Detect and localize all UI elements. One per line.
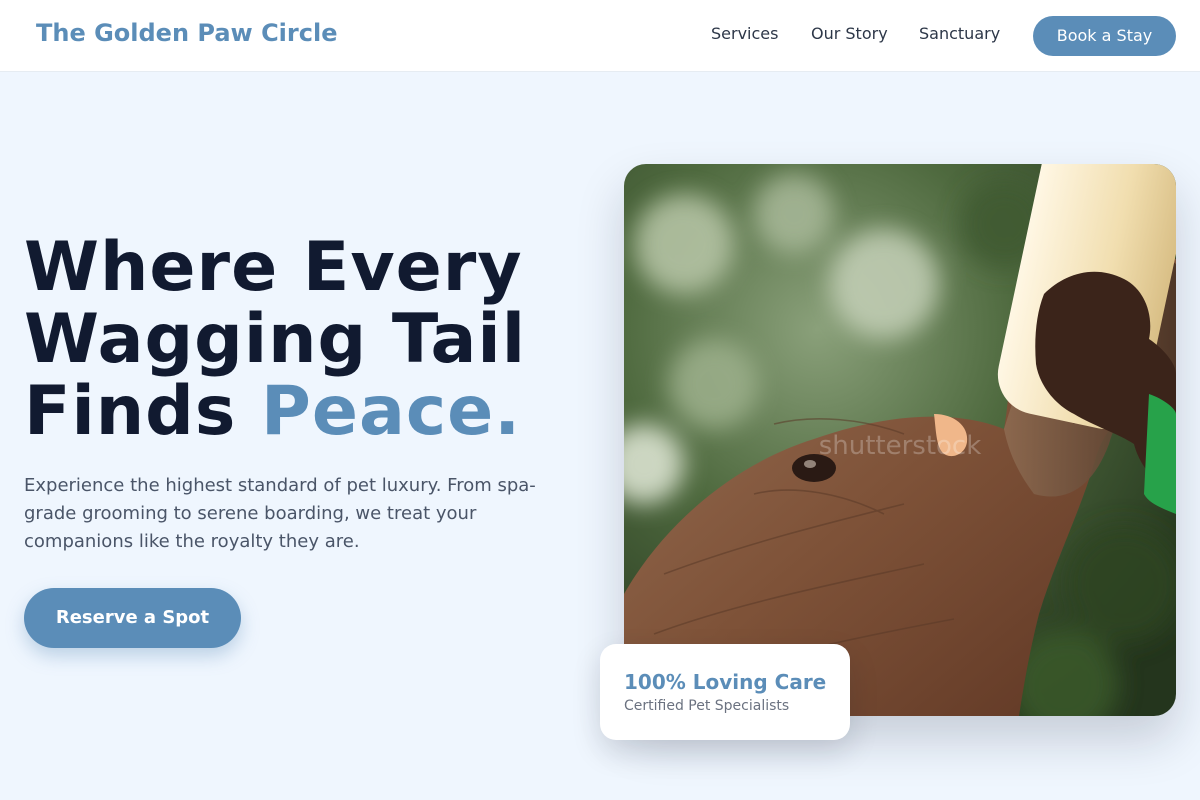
loving-care-badge: 100% Loving Care Certified Pet Specialis…	[600, 644, 850, 740]
hero-photo: shutterstock	[624, 164, 1176, 716]
hero-description: Experience the highest standard of pet l…	[24, 475, 536, 552]
elephant-bottle-feeding-photo: shutterstock	[624, 164, 1176, 716]
headline-line-3: Finds Peace.	[24, 376, 584, 448]
nav-link-services[interactable]: Services	[711, 24, 778, 43]
hero-headline: Where Every Wagging Tail Finds Peace.	[24, 232, 584, 448]
headline-line-1: Where Every	[24, 228, 523, 307]
reserve-a-spot-button[interactable]: Reserve a Spot	[24, 588, 241, 648]
badge-title: 100% Loving Care	[624, 670, 827, 694]
image-watermark: shutterstock	[819, 431, 982, 461]
nav-link-our-story[interactable]: Our Story	[811, 24, 888, 43]
nav-link-sanctuary[interactable]: Sanctuary	[919, 24, 1000, 43]
headline-line-2: Wagging Tail	[24, 300, 527, 379]
brand-logo[interactable]: The Golden Paw Circle	[36, 19, 337, 47]
navbar: The Golden Paw Circle Services Our Story…	[0, 0, 1200, 72]
headline-line-3-prefix: Finds	[24, 372, 261, 451]
book-a-stay-button[interactable]: Book a Stay	[1033, 16, 1176, 56]
badge-subtitle: Certified Pet Specialists	[624, 698, 790, 714]
headline-accent: Peace.	[261, 372, 522, 451]
